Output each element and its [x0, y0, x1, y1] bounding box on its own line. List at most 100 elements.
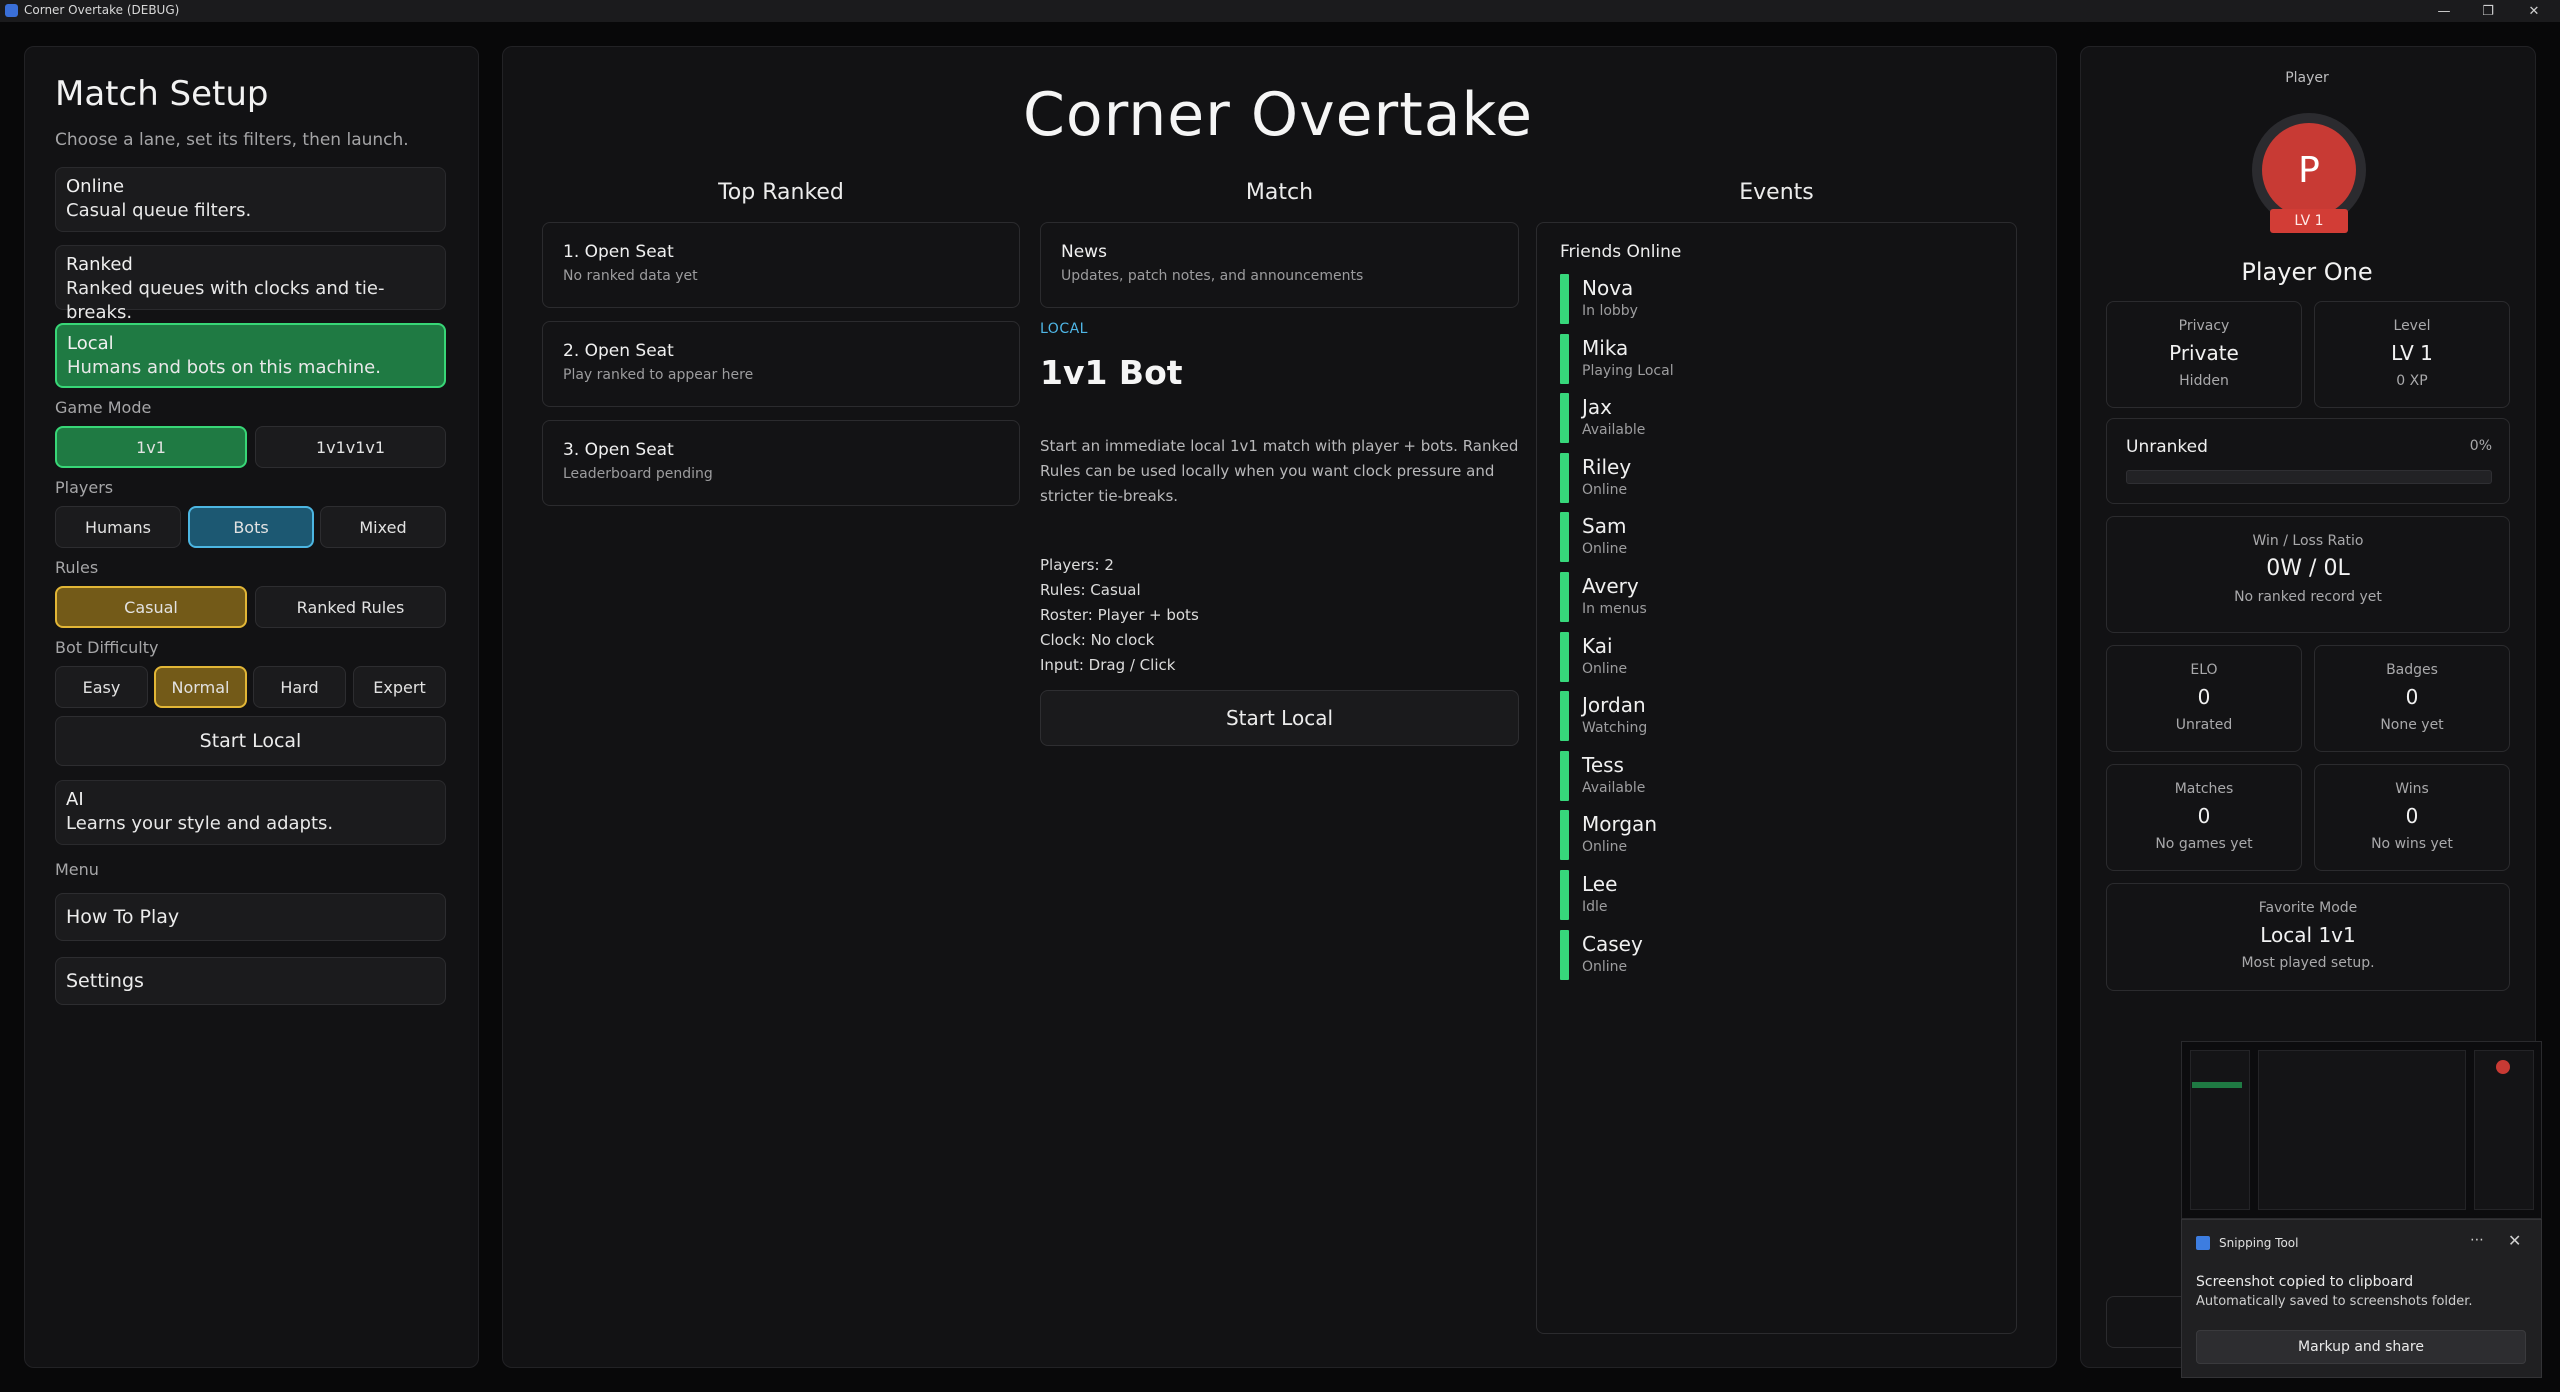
- friend-name[interactable]: Lee: [1582, 872, 1617, 896]
- stat-label: ELO: [2190, 662, 2218, 678]
- friend-status-bar: [1560, 870, 1569, 920]
- thumb-center-panel: [2258, 1050, 2466, 1210]
- win-loss-card: Win / Loss Ratio 0W / 0L No ranked recor…: [2106, 516, 2510, 633]
- top-ranked-heading: Top Ranked: [718, 180, 844, 205]
- game-mode-1v1[interactable]: 1v1: [55, 426, 247, 468]
- friend-name[interactable]: Avery: [1582, 574, 1639, 598]
- window-titlebar: [0, 0, 2560, 22]
- news-card[interactable]: News Updates, patch notes, and announcem…: [1040, 222, 1519, 308]
- stat-sub: No ranked record yet: [2234, 589, 2382, 605]
- start-local-match-button[interactable]: Start Local: [1040, 690, 1519, 746]
- badges-card: Badges 0 None yet: [2314, 645, 2510, 752]
- stat-sub: Most played setup.: [2241, 955, 2375, 971]
- ranked-card: 1. Open Seat No ranked data yet: [542, 222, 1020, 308]
- friend-status: Online: [1582, 541, 1628, 557]
- news-title: News: [1061, 242, 1107, 262]
- difficulty-easy[interactable]: Easy: [55, 666, 148, 708]
- match-detail: Players: 2: [1040, 556, 1114, 574]
- stat-label: Favorite Mode: [2258, 900, 2358, 916]
- stat-value: Local 1v1: [2260, 923, 2356, 947]
- stat-label: Matches: [2174, 781, 2234, 797]
- game-title: Corner Overtake: [1022, 80, 1534, 150]
- friend-name[interactable]: Kai: [1582, 634, 1613, 658]
- friend-status-bar: [1560, 393, 1569, 443]
- players-humans[interactable]: Humans: [55, 506, 181, 548]
- toast-heading: Screenshot copied to clipboard: [2196, 1274, 2414, 1290]
- players-bots[interactable]: Bots: [188, 506, 314, 548]
- friend-name[interactable]: Mika: [1582, 336, 1628, 360]
- app-icon: [5, 4, 18, 17]
- markup-and-share-button[interactable]: Markup and share: [2196, 1330, 2526, 1364]
- start-local-button[interactable]: Start Local: [55, 716, 446, 766]
- stat-sub: No wins yet: [2371, 836, 2453, 852]
- stat-value: Private: [2169, 341, 2239, 365]
- game-mode-label: Game Mode: [55, 398, 152, 417]
- matches-card: Matches 0 No games yet: [2106, 764, 2302, 871]
- lane-desc: Casual queue filters.: [66, 200, 252, 221]
- friend-status: Available: [1582, 422, 1646, 438]
- privacy-card: Privacy Private Hidden: [2106, 301, 2302, 408]
- rules-casual[interactable]: Casual: [55, 586, 247, 628]
- friend-name[interactable]: Tess: [1582, 753, 1624, 777]
- rank-percent: 0%: [2469, 438, 2492, 454]
- friend-name[interactable]: Casey: [1582, 932, 1643, 956]
- game-mode-1v1v1v1[interactable]: 1v1v1v1: [255, 426, 446, 468]
- rules-label: Rules: [55, 558, 99, 577]
- lane-title: Ranked: [66, 254, 133, 275]
- settings-button[interactable]: Settings: [55, 957, 446, 1005]
- close-icon[interactable]: ✕: [2520, 1, 2548, 21]
- stat-sub: None yet: [2380, 717, 2444, 733]
- more-options-icon[interactable]: ⋯: [2470, 1232, 2484, 1248]
- lane-ranked[interactable]: Ranked Ranked queues with clocks and tie…: [55, 245, 446, 323]
- rules-ranked[interactable]: Ranked Rules: [255, 586, 446, 628]
- favorite-mode-card: Favorite Mode Local 1v1 Most played setu…: [2106, 883, 2510, 991]
- friend-status-bar: [1560, 810, 1569, 860]
- stat-value: 0: [2197, 804, 2211, 828]
- friend-name[interactable]: Jordan: [1582, 693, 1646, 717]
- setup-title: Match Setup: [55, 74, 269, 114]
- lane-title: Online: [66, 176, 125, 197]
- stat-value: 0: [2405, 685, 2419, 709]
- elo-card: ELO 0 Unrated: [2106, 645, 2302, 752]
- friend-status-bar: [1560, 691, 1569, 741]
- maximize-icon[interactable]: ❐: [2474, 1, 2502, 21]
- players-mixed[interactable]: Mixed: [320, 506, 446, 548]
- friend-name[interactable]: Riley: [1582, 455, 1631, 479]
- how-to-play-button[interactable]: How To Play: [55, 893, 446, 941]
- lane-desc: Humans and bots on this machine.: [67, 357, 381, 378]
- match-description: Start an immediate local 1v1 match with …: [1040, 437, 1519, 505]
- match-detail: Clock: No clock: [1040, 631, 1155, 649]
- friend-name[interactable]: Jax: [1582, 395, 1612, 419]
- ranked-card-title: 3. Open Seat: [563, 440, 674, 460]
- difficulty-expert[interactable]: Expert: [353, 666, 446, 708]
- window-title: Corner Overtake (DEBUG): [24, 3, 180, 17]
- toast-close-icon[interactable]: ✕: [2508, 1231, 2521, 1250]
- stat-value: 0: [2405, 804, 2419, 828]
- friend-status: Playing Local: [1582, 363, 1674, 379]
- stat-value: LV 1: [2391, 341, 2433, 365]
- stat-sub: Unrated: [2175, 717, 2233, 733]
- toast-app-name: Snipping Tool: [2219, 1236, 2299, 1250]
- friend-status-bar: [1560, 512, 1569, 562]
- friend-name[interactable]: Sam: [1582, 514, 1626, 538]
- difficulty-normal[interactable]: Normal: [154, 666, 247, 708]
- difficulty-hard[interactable]: Hard: [253, 666, 346, 708]
- friend-status-bar: [1560, 453, 1569, 503]
- ranked-card-sub: No ranked data yet: [563, 268, 698, 284]
- stat-value: 0: [2197, 685, 2211, 709]
- avatar: P: [2262, 123, 2356, 217]
- friend-name[interactable]: Nova: [1582, 276, 1633, 300]
- friend-name[interactable]: Morgan: [1582, 812, 1657, 836]
- friends-heading: Friends Online: [1560, 242, 1682, 262]
- friend-status-bar: [1560, 930, 1569, 980]
- level-card: Level LV 1 0 XP: [2314, 301, 2510, 408]
- lane-local[interactable]: Local Humans and bots on this machine.: [55, 323, 446, 388]
- lane-online[interactable]: Online Casual queue filters.: [55, 167, 446, 232]
- screenshot-thumbnail[interactable]: [2181, 1041, 2542, 1219]
- friend-status-bar: [1560, 572, 1569, 622]
- lane-ai[interactable]: AI Learns your style and adapts.: [55, 780, 446, 845]
- lane-desc: Ranked queues with clocks and tie-breaks…: [66, 278, 385, 323]
- setup-subtitle: Choose a lane, set its filters, then lau…: [55, 130, 409, 150]
- match-tag: LOCAL: [1040, 321, 1088, 337]
- minimize-icon[interactable]: —: [2430, 1, 2458, 21]
